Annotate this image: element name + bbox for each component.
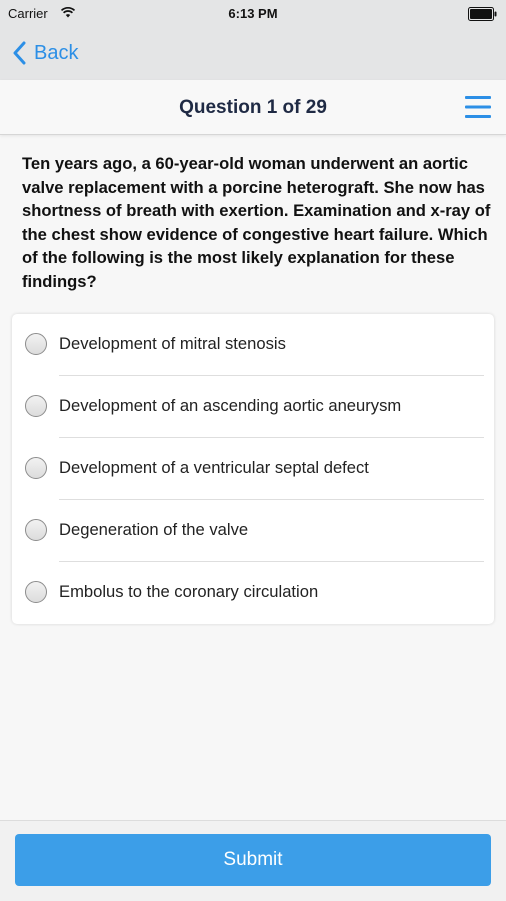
answer-option-e[interactable]: Embolus to the coronary circulation: [12, 562, 494, 624]
answer-option-label: Development of an ascending aortic aneur…: [59, 396, 402, 415]
answer-option-b[interactable]: Development of an ascending aortic aneur…: [12, 376, 494, 438]
battery-icon: [468, 7, 497, 21]
answer-option-label: Embolus to the coronary circulation: [59, 582, 319, 601]
back-label: Back: [34, 41, 79, 64]
back-button[interactable]: Back: [12, 38, 78, 68]
radio-button-icon[interactable]: [25, 457, 47, 479]
radio-button-icon[interactable]: [25, 519, 47, 541]
radio-button-icon[interactable]: [25, 395, 47, 417]
question-header: Question 1 of 29: [0, 80, 506, 135]
answer-option-label: Development of mitral stenosis: [59, 334, 286, 353]
answer-option-label: Degeneration of the valve: [59, 520, 249, 539]
question-text: Ten years ago, a 60-year-old woman under…: [22, 154, 491, 291]
status-time: 6:13 PM: [228, 6, 278, 21]
answer-option-d[interactable]: Degeneration of the valve: [12, 500, 494, 562]
hamburger-menu-icon[interactable]: [464, 94, 492, 120]
status-bar: Carrier 6:13 PM: [0, 0, 506, 28]
chevron-left-icon: [13, 41, 26, 65]
radio-button-icon[interactable]: [25, 581, 47, 603]
answer-option-a[interactable]: Development of mitral stenosis: [12, 314, 494, 376]
navigation-bar: Back: [0, 28, 506, 80]
submit-button[interactable]: Submit: [15, 834, 491, 886]
answer-options: Development of mitral stenosis Developme…: [12, 314, 494, 624]
answer-option-label: Development of a ventricular septal defe…: [59, 458, 369, 477]
footer-bar: Submit: [0, 820, 506, 901]
radio-button-icon[interactable]: [25, 333, 47, 355]
page-title: Question 1 of 29: [179, 97, 327, 118]
answer-option-c[interactable]: Development of a ventricular septal defe…: [12, 438, 494, 500]
